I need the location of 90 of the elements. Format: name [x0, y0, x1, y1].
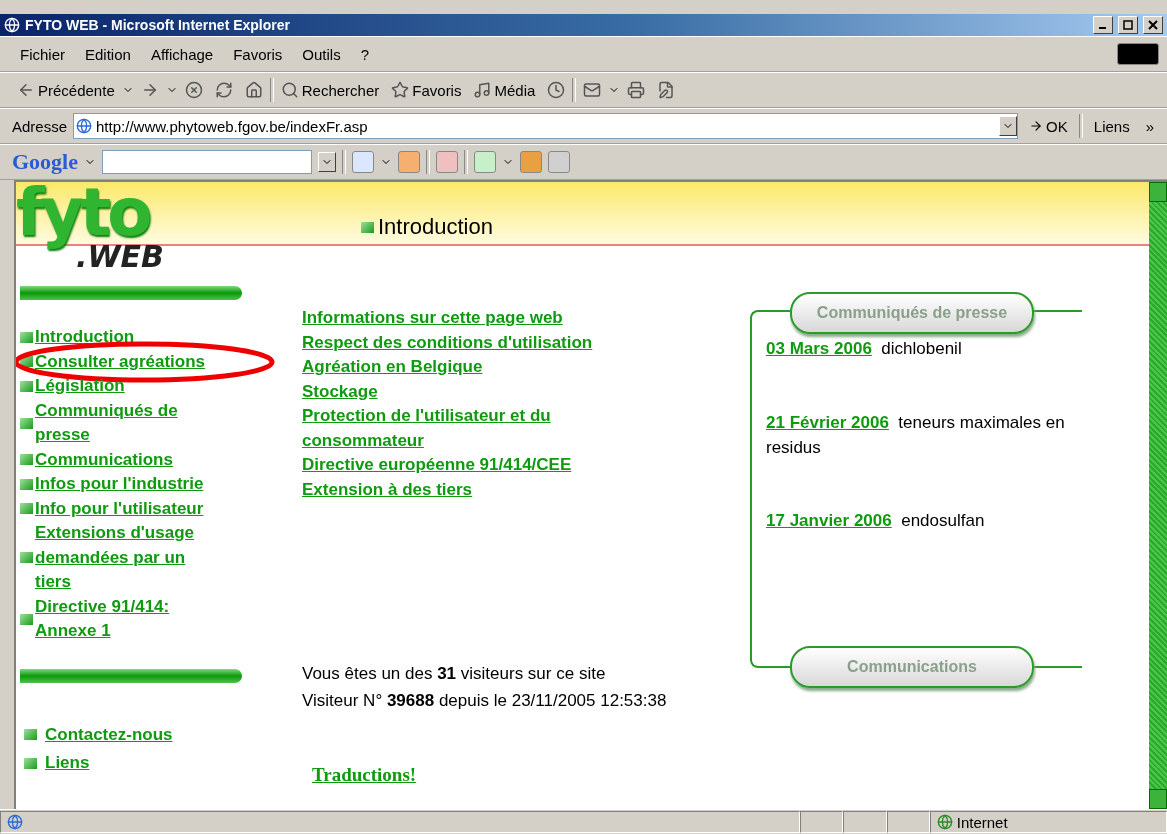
nav-link[interactable]: Info pour l'utilisateur [35, 496, 204, 521]
address-label: Adresse [12, 117, 68, 135]
search-field[interactable] [102, 150, 312, 174]
content-link[interactable]: Agréation en Belgique [302, 355, 642, 380]
dropdown-button[interactable] [999, 116, 1018, 136]
address-field[interactable]: http://www.phytoweb.fgov.be/indexFr.asp [73, 113, 1019, 139]
nav-link[interactable]: Directive 91/414: Annexe 1 [35, 594, 220, 644]
content-link[interactable]: Directive européenne 91/414/CEE [302, 453, 642, 478]
press-entry: 17 Janvier 2006 endosulfan [766, 510, 986, 532]
windows-logo [1117, 43, 1159, 65]
check-icon [361, 221, 374, 233]
menu-item[interactable]: Edition [77, 43, 139, 65]
home-icon [244, 81, 263, 99]
nav-link[interactable]: Extensions d'usage demandées par un tiers [35, 521, 220, 595]
translations-link[interactable]: Traductions! [312, 764, 742, 786]
section-heading: Communications [790, 646, 1034, 688]
menu-item[interactable]: Fichier [12, 43, 73, 65]
visitor-text: Vous êtes un des 31 visiteurs sur ce site [302, 663, 607, 685]
page-title-text: Introduction [378, 214, 493, 240]
check-icon [20, 454, 33, 466]
stop-icon [184, 81, 203, 99]
status-cell [843, 811, 887, 833]
close-icon [1148, 20, 1158, 30]
search-icon [280, 81, 299, 99]
press-date-link[interactable]: 17 Janvier 2006 [766, 511, 892, 530]
toolbar-button[interactable]: Média [468, 79, 541, 101]
nav-link[interactable]: Contactez-nous [45, 722, 173, 747]
press-entry: 03 Mars 2006 dichlobenil [766, 338, 963, 360]
toolbar-icon[interactable] [436, 151, 458, 173]
close-button[interactable] [1143, 16, 1163, 34]
menu-item[interactable]: ? [352, 43, 378, 65]
content-link[interactable]: Informations sur cette page web [302, 306, 642, 331]
nav-link[interactable]: Communications [35, 447, 173, 472]
press-date-link[interactable]: 03 Mars 2006 [766, 339, 872, 358]
toolbar-icon[interactable] [398, 151, 420, 173]
menu-item[interactable]: Outils [294, 43, 349, 65]
nav-link[interactable]: Introduction [35, 325, 135, 350]
maximize-button[interactable] [1118, 16, 1138, 34]
edit-icon [657, 81, 676, 99]
visitor-text: Visiteur N° 39688 depuis le 23/11/2005 12:53:38 [302, 690, 668, 712]
refresh-icon [214, 81, 233, 99]
check-icon [20, 380, 33, 392]
scrollbar[interactable] [1149, 182, 1167, 809]
more-button[interactable]: » [1140, 115, 1159, 137]
check-icon [20, 552, 33, 564]
nav-link[interactable]: Infos pour l'industrie [35, 472, 204, 497]
content-link[interactable]: Extension à des tiers [302, 477, 642, 502]
toolbar-icon[interactable] [352, 151, 374, 173]
nav-link[interactable]: Liens [45, 751, 90, 776]
printer-icon [627, 81, 646, 99]
mail-icon [583, 81, 602, 99]
star-icon [391, 81, 410, 99]
menu-item[interactable]: Affichage [142, 43, 222, 65]
check-icon [20, 356, 33, 368]
zone-label: Internet [956, 813, 1008, 831]
content-link[interactable]: Stockage [302, 379, 642, 404]
music-icon [473, 81, 492, 99]
check-icon [20, 417, 33, 429]
clock-icon [547, 81, 566, 99]
url-text: http://www.phytoweb.fgov.be/indexFr.asp [96, 117, 369, 135]
maximize-icon [1123, 20, 1133, 30]
section-heading: Communiqués de presse [790, 292, 1034, 334]
check-icon [24, 729, 37, 741]
page-icon [7, 814, 23, 830]
go-arrow-icon [1029, 119, 1044, 133]
minimize-button[interactable] [1093, 16, 1113, 34]
nav-link[interactable]: Législation [35, 374, 125, 399]
toolbar-button[interactable]: Favoris [386, 79, 467, 101]
press-date-link[interactable]: 21 Février 2006 [766, 412, 889, 432]
check-icon [20, 613, 33, 625]
links-button[interactable]: Liens [1088, 115, 1135, 137]
toolbar-button[interactable]: Rechercher [275, 79, 385, 101]
check-icon [20, 331, 33, 343]
menu-item[interactable]: Favoris [225, 43, 291, 65]
nav-link[interactable]: Communiqués de presse [35, 398, 220, 448]
check-icon [20, 503, 33, 515]
google-logo[interactable]: Google [12, 149, 78, 175]
check-icon [20, 478, 33, 490]
go-button[interactable]: OK [1024, 115, 1073, 137]
globe-icon [936, 814, 953, 830]
press-entry: 21 Février 2006 teneurs maximales en residus [766, 411, 1066, 459]
browser-icon [4, 17, 20, 33]
page-icon [76, 118, 93, 134]
content-link[interactable]: Respect des conditions d'utilisation [302, 330, 642, 355]
content-link[interactable]: Protection de l'utilisateur et du consommateur [302, 404, 642, 453]
toolbar-button[interactable]: Précédente [12, 79, 120, 101]
dropdown-button[interactable] [318, 152, 336, 172]
window-title: FYTO WEB - Microsoft Internet Explorer [25, 17, 291, 33]
check-icon [24, 757, 37, 769]
fyto-logo: fyto .WEB [16, 182, 165, 272]
